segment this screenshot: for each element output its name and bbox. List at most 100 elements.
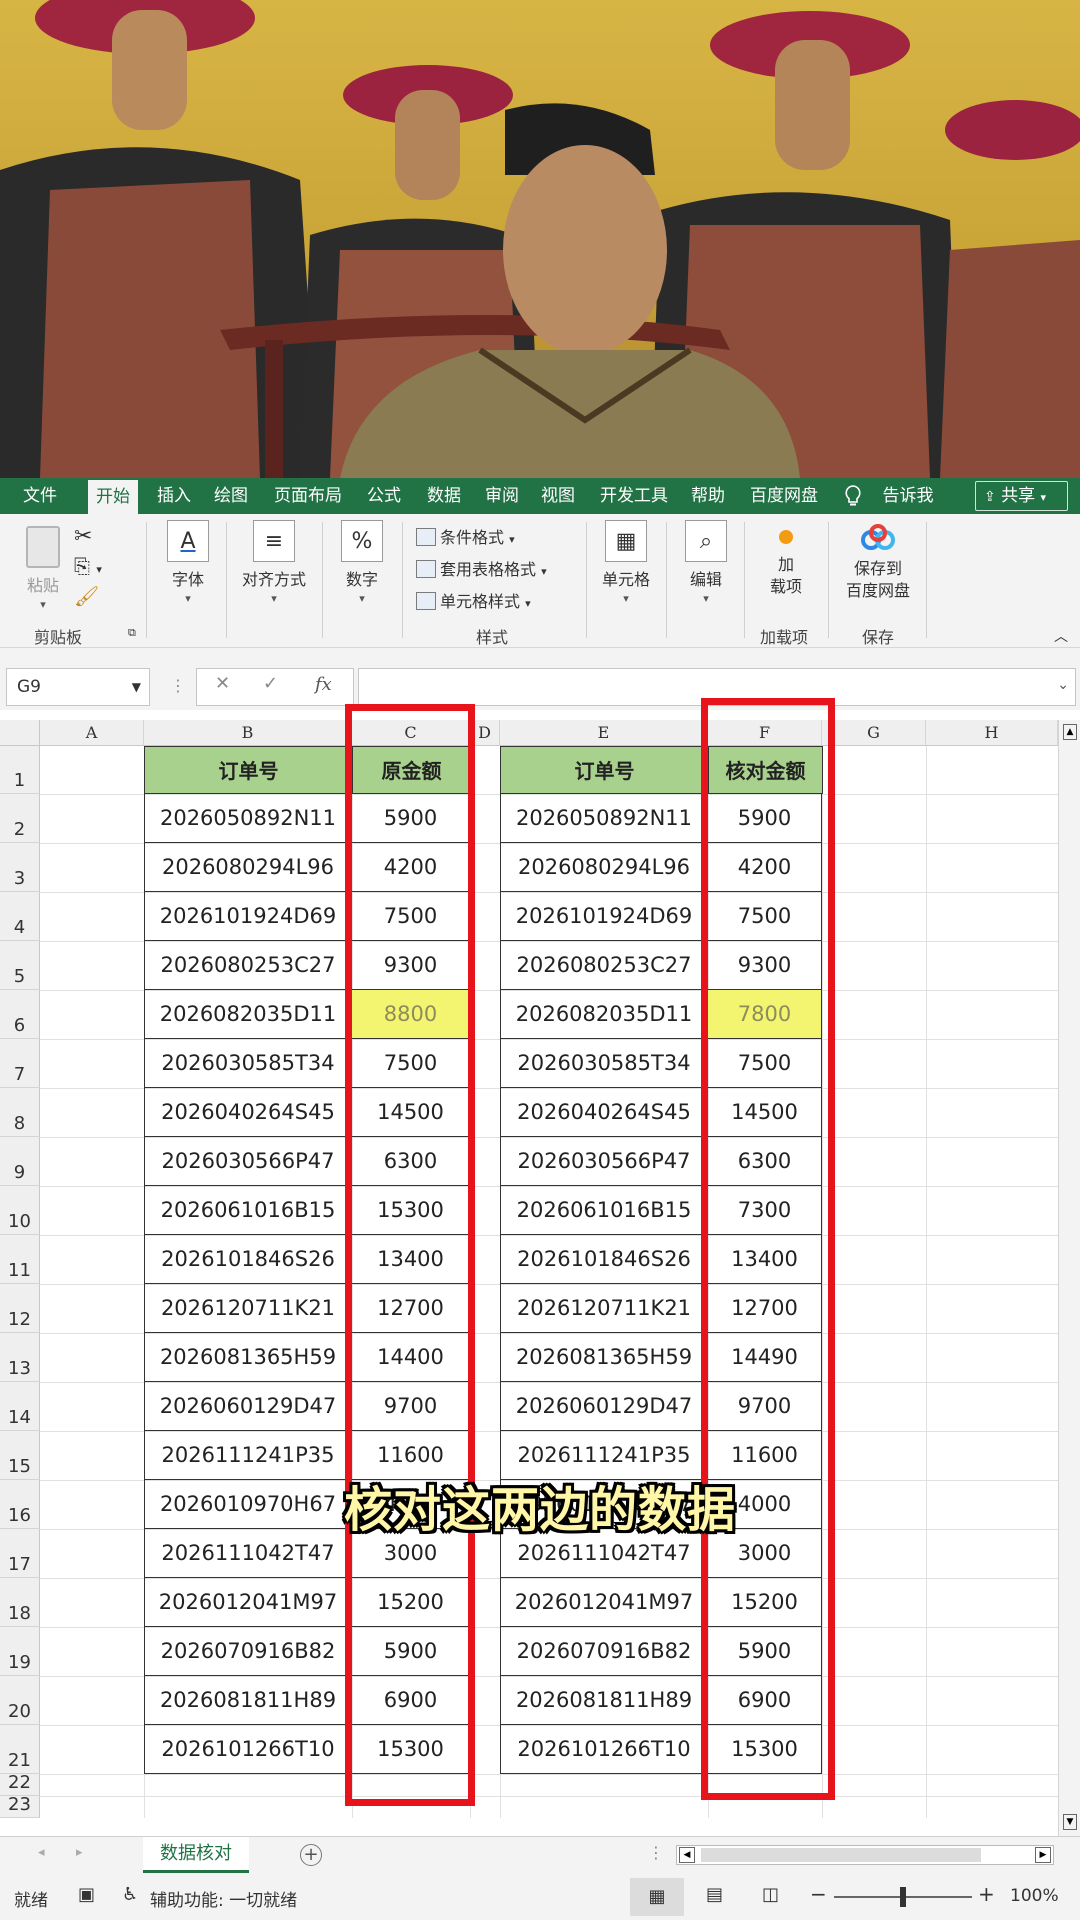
row-header-5[interactable]: 5 xyxy=(0,941,40,990)
prev-sheet-icon[interactable]: ◂ xyxy=(38,1845,45,1860)
tab-review[interactable]: 审阅 xyxy=(478,478,526,514)
cancel-icon[interactable]: ✕ xyxy=(215,673,230,694)
macro-record-icon[interactable]: ▣ xyxy=(78,1884,95,1905)
enter-icon[interactable]: ✓ xyxy=(263,673,278,694)
right-order-id-cell[interactable]: 2026070916B82 xyxy=(500,1627,708,1676)
share-button[interactable]: ⇪ 共享 ▾ xyxy=(975,481,1068,511)
row-header-3[interactable]: 3 xyxy=(0,843,40,892)
conditional-formatting-button[interactable]: 条件格式 ▾ xyxy=(416,524,515,548)
row-header-21[interactable]: 21 xyxy=(0,1725,40,1774)
left-order-id-cell[interactable]: 2026030566P47 xyxy=(144,1137,352,1186)
row-header-10[interactable]: 10 xyxy=(0,1186,40,1235)
tab-formulas[interactable]: 公式 xyxy=(360,478,408,514)
left-order-id-cell[interactable]: 2026050892N11 xyxy=(144,794,352,843)
next-sheet-icon[interactable]: ▸ xyxy=(76,1845,83,1860)
number-button[interactable]: % 数字 ▾ xyxy=(334,520,390,605)
more-options-icon[interactable]: ⋮ xyxy=(648,1843,664,1862)
left-order-id-cell[interactable]: 2026120711K21 xyxy=(144,1284,352,1333)
zoom-slider-thumb[interactable] xyxy=(900,1887,906,1907)
cells-button[interactable]: ▦ 单元格 ▾ xyxy=(596,520,656,605)
cell-styles-button[interactable]: 单元格样式 ▾ xyxy=(416,588,531,612)
tab-draw[interactable]: 绘图 xyxy=(207,478,255,514)
tab-page-layout[interactable]: 页面布局 xyxy=(268,478,348,514)
left-order-id-cell[interactable]: 2026101924D69 xyxy=(144,892,352,941)
left-order-id-cell[interactable]: 2026030585T34 xyxy=(144,1039,352,1088)
right-order-id-cell[interactable]: 2026050892N11 xyxy=(500,794,708,843)
left-order-id-cell[interactable]: 2026082035D11 xyxy=(144,990,352,1039)
scroll-down-icon[interactable]: ▼ xyxy=(1063,1814,1077,1830)
left-order-id-cell[interactable]: 2026080294L96 xyxy=(144,843,352,892)
font-button[interactable]: A 字体 ▾ xyxy=(160,520,216,605)
right-order-id-cell[interactable]: 2026030566P47 xyxy=(500,1137,708,1186)
sheet-tab-active[interactable]: 数据核对 xyxy=(143,1837,249,1873)
column-header-e[interactable]: E xyxy=(500,720,708,746)
page-break-view-icon[interactable]: ◫ xyxy=(762,1884,779,1905)
zoom-slider[interactable] xyxy=(834,1887,972,1907)
row-header-6[interactable]: 6 xyxy=(0,990,40,1039)
right-order-id-cell[interactable]: 2026012041M97 xyxy=(500,1578,708,1627)
tab-baidu-netdisk[interactable]: 百度网盘 xyxy=(744,478,824,514)
save-to-netdisk-button[interactable]: 保存到 百度网盘 xyxy=(838,524,918,602)
left-order-id-cell[interactable]: 2026081365H59 xyxy=(144,1333,352,1382)
left-order-id-cell[interactable]: 2026040264S45 xyxy=(144,1088,352,1137)
select-all-corner[interactable] xyxy=(0,720,40,746)
accessibility-icon[interactable]: ♿ xyxy=(122,1884,138,1905)
left-order-id-cell[interactable]: 2026101846S26 xyxy=(144,1235,352,1284)
right-order-id-cell[interactable]: 2026101846S26 xyxy=(500,1235,708,1284)
right-order-id-cell[interactable]: 2026061016B15 xyxy=(500,1186,708,1235)
row-header-8[interactable]: 8 xyxy=(0,1088,40,1137)
tab-data[interactable]: 数据 xyxy=(420,478,468,514)
tab-home[interactable]: 开始 xyxy=(88,480,138,514)
left-order-id-cell[interactable]: 2026070916B82 xyxy=(144,1627,352,1676)
paste-button[interactable]: 粘贴 ▾ xyxy=(18,526,68,611)
tab-developer[interactable]: 开发工具 xyxy=(594,478,674,514)
left-header-order-id[interactable]: 订单号 xyxy=(144,746,353,794)
row-header-4[interactable]: 4 xyxy=(0,892,40,941)
lightbulb-icon[interactable] xyxy=(843,478,863,514)
tab-insert[interactable]: 插入 xyxy=(150,478,198,514)
right-order-id-cell[interactable]: 2026101266T10 xyxy=(500,1725,708,1774)
right-order-id-cell[interactable]: 2026030585T34 xyxy=(500,1039,708,1088)
copy-icon[interactable]: ⎘ ▾ xyxy=(74,554,102,578)
scroll-thumb[interactable] xyxy=(701,1848,981,1862)
right-order-id-cell[interactable]: 2026040264S45 xyxy=(500,1088,708,1137)
horizontal-scrollbar[interactable]: ◀ ▶ xyxy=(676,1845,1054,1865)
row-header-18[interactable]: 18 xyxy=(0,1578,40,1627)
left-order-id-cell[interactable]: 2026060129D47 xyxy=(144,1382,352,1431)
row-header-19[interactable]: 19 xyxy=(0,1627,40,1676)
alignment-button[interactable]: ≡ 对齐方式 ▾ xyxy=(234,520,314,605)
row-header-23[interactable]: 23 xyxy=(0,1794,40,1818)
right-order-id-cell[interactable]: 2026080253C27 xyxy=(500,941,708,990)
left-order-id-cell[interactable]: 2026061016B15 xyxy=(144,1186,352,1235)
column-header-a[interactable]: A xyxy=(40,720,144,746)
add-sheet-icon[interactable]: + xyxy=(300,1844,322,1866)
row-header-12[interactable]: 12 xyxy=(0,1284,40,1333)
row-header-20[interactable]: 20 xyxy=(0,1676,40,1725)
tab-view[interactable]: 视图 xyxy=(534,478,582,514)
more-options-icon[interactable]: ⋮ xyxy=(170,676,186,695)
right-order-id-cell[interactable]: 2026080294L96 xyxy=(500,843,708,892)
column-header-g[interactable]: G xyxy=(822,720,926,746)
right-order-id-cell[interactable]: 2026082035D11 xyxy=(500,990,708,1039)
right-order-id-cell[interactable]: 2026120711K21 xyxy=(500,1284,708,1333)
left-order-id-cell[interactable]: 2026080253C27 xyxy=(144,941,352,990)
editing-button[interactable]: ⌕ 编辑 ▾ xyxy=(678,520,734,605)
tab-tell-me[interactable]: 告诉我 xyxy=(880,478,936,514)
accessibility-status[interactable]: 辅助功能: 一切就绪 xyxy=(150,1886,297,1911)
right-order-id-cell[interactable]: 2026060129D47 xyxy=(500,1382,708,1431)
column-header-b[interactable]: B xyxy=(144,720,352,746)
right-header-order-id[interactable]: 订单号 xyxy=(500,746,709,794)
right-order-id-cell[interactable]: 2026081365H59 xyxy=(500,1333,708,1382)
right-order-id-cell[interactable]: 2026081811H89 xyxy=(500,1676,708,1725)
row-header-13[interactable]: 13 xyxy=(0,1333,40,1382)
scroll-up-icon[interactable]: ▲ xyxy=(1063,724,1077,740)
zoom-out-icon[interactable]: − xyxy=(810,1882,827,1906)
tab-help[interactable]: 帮助 xyxy=(684,478,732,514)
column-header-h[interactable]: H xyxy=(926,720,1058,746)
name-box[interactable]: G9 ▼ xyxy=(6,668,150,706)
right-order-id-cell[interactable]: 2026101924D69 xyxy=(500,892,708,941)
zoom-in-icon[interactable]: + xyxy=(978,1882,995,1906)
normal-view-icon[interactable]: ▦ xyxy=(630,1878,684,1916)
scroll-left-icon[interactable]: ◀ xyxy=(679,1847,695,1863)
addins-button[interactable]: 加 载项 xyxy=(756,524,816,598)
